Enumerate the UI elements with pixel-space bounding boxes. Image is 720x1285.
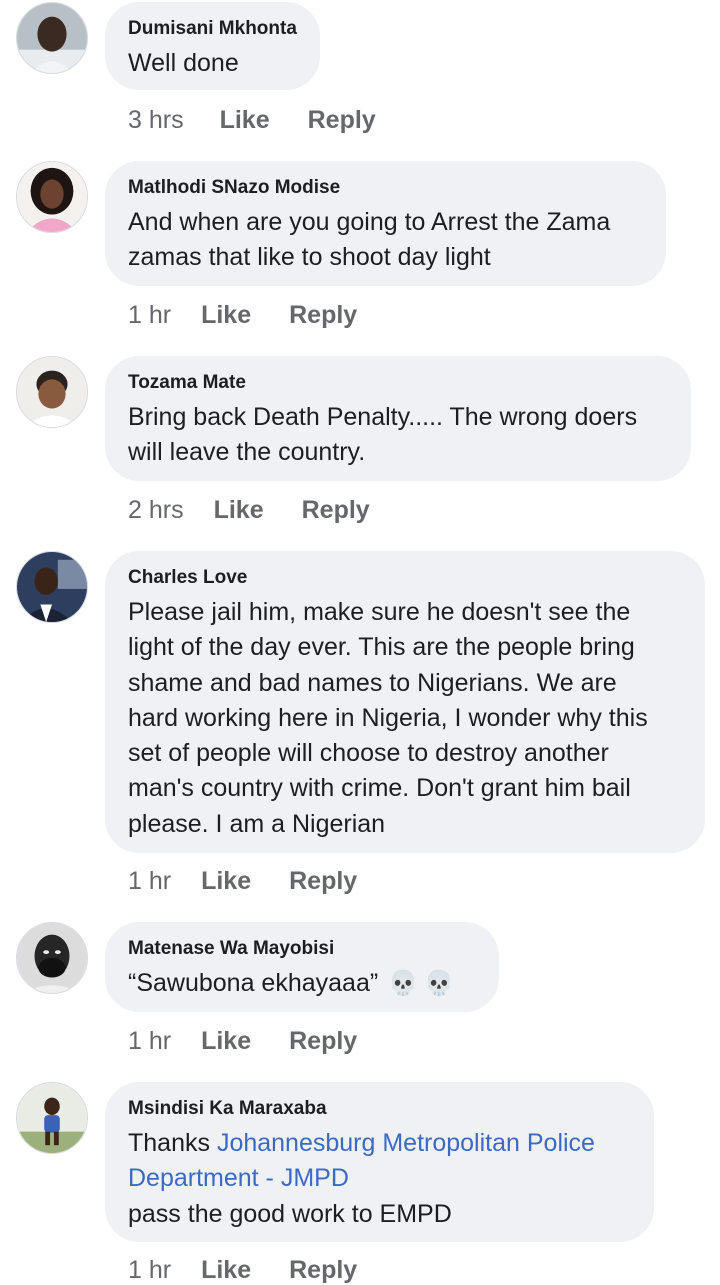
reply-button[interactable]: Reply [302, 496, 370, 525]
comment-text: Well done [128, 49, 239, 77]
comment-time[interactable]: 1 hr [128, 1027, 171, 1056]
profile-photo-icon [17, 3, 87, 73]
profile-photo-icon [17, 162, 87, 232]
comment-text-line: Thanks Johannesburg Metropolitan Police [128, 1126, 631, 1161]
comment-bubble: Tozama Mate Bring back Death Penalty....… [105, 356, 691, 481]
comment-meta: 1 hr Like Reply [128, 1027, 357, 1056]
reply-button[interactable]: Reply [289, 301, 357, 330]
page-mention-link[interactable]: Johannesburg Metropolitan Police [217, 1129, 595, 1157]
reply-button[interactable]: Reply [289, 1027, 357, 1056]
like-button[interactable]: Like [214, 496, 264, 525]
comment-bubble: Msindisi Ka Maraxaba Thanks Johannesburg… [105, 1082, 654, 1242]
skull-emoji-icon: 💀 [424, 970, 454, 998]
comment-text: Thanks Johannesburg Metropolitan Police … [128, 1126, 631, 1232]
comment-meta: 2 hrs Like Reply [128, 496, 370, 525]
reply-button[interactable]: Reply [308, 106, 376, 135]
comment-bubble: Matenase Wa Mayobisi “Sawubona ekhayaaa”… [105, 922, 499, 1012]
avatar[interactable] [16, 2, 88, 74]
avatar[interactable] [16, 161, 88, 233]
comment-bubble: Dumisani Mkhonta Well done [105, 2, 320, 90]
comment-bubble: Charles Love Please jail him, make sure … [105, 551, 705, 853]
profile-photo-icon [17, 357, 87, 427]
comment-author[interactable]: Matenase Wa Mayobisi [128, 938, 476, 960]
comment-author[interactable]: Dumisani Mkhonta [128, 18, 297, 40]
avatar[interactable] [16, 922, 88, 994]
comment-time[interactable]: 2 hrs [128, 496, 184, 525]
comment-text-line: man's country with crime. Don't grant hi… [128, 774, 631, 803]
avatar[interactable] [16, 551, 88, 623]
skull-emoji-icon: 💀 [388, 970, 419, 998]
profile-photo-icon [17, 1083, 87, 1153]
comment-text: “Sawubona ekhayaaa” 💀 💀 [128, 966, 476, 1001]
comment-bubble: Matlhodi SNazo Modise And when are you g… [105, 161, 666, 286]
comment-meta: 1 hr Like Reply [128, 867, 357, 896]
comment-author[interactable]: Charles Love [128, 567, 682, 589]
reply-button[interactable]: Reply [289, 1256, 357, 1285]
avatar[interactable] [16, 1082, 88, 1154]
comment-text-prefix: Thanks [128, 1129, 217, 1157]
comment-meta: 1 hr Like Reply [128, 1256, 357, 1285]
comment-time[interactable]: 1 hr [128, 867, 171, 896]
like-button[interactable]: Like [201, 301, 251, 330]
profile-photo-icon [17, 552, 87, 622]
comment-text-line: Please jail him, make sure he doesn't se… [128, 598, 631, 626]
page-mention-link[interactable]: Department - JMPD [128, 1161, 631, 1196]
comment-text-content: “Sawubona ekhayaaa” [128, 969, 379, 997]
comment-time[interactable]: 1 hr [128, 301, 171, 330]
comment-text-line: And when are you going to Arrest the Zam… [128, 208, 611, 236]
comment-time[interactable]: 1 hr [128, 1256, 171, 1285]
comment-time[interactable]: 3 hrs [128, 106, 184, 135]
comment-text-line: will leave the country. [128, 438, 366, 467]
profile-photo-icon [17, 923, 87, 993]
comment-text-line: zamas that like to shoot day light [128, 243, 491, 272]
comment-text-line: light of the day ever. This are the peop… [128, 633, 635, 662]
comment-text-line: shame and bad names to Nigerians. We are [128, 668, 617, 697]
comment-author[interactable]: Matlhodi SNazo Modise [128, 177, 643, 199]
comment-text: Please jail him, make sure he doesn't se… [128, 595, 682, 842]
like-button[interactable]: Like [201, 1027, 251, 1056]
reply-button[interactable]: Reply [289, 867, 357, 896]
avatar[interactable] [16, 356, 88, 428]
comment-text-line: set of people will choose to destroy ano… [128, 739, 609, 768]
like-button[interactable]: Like [201, 1256, 251, 1285]
comment-meta: 3 hrs Like Reply [128, 106, 376, 135]
comment-text-line: pass the good work to EMPD [128, 1199, 452, 1228]
comment-text-line: Bring back Death Penalty..... The wrong … [128, 403, 638, 431]
like-button[interactable]: Like [201, 867, 251, 896]
comment-author[interactable]: Msindisi Ka Maraxaba [128, 1098, 631, 1120]
comment-meta: 1 hr Like Reply [128, 301, 357, 330]
like-button[interactable]: Like [220, 106, 270, 135]
comment-text: And when are you going to Arrest the Zam… [128, 205, 643, 276]
comment-text: Bring back Death Penalty..... The wrong … [128, 400, 668, 471]
comment-author[interactable]: Tozama Mate [128, 372, 668, 394]
comment-text-line: please. I am a Nigerian [128, 809, 386, 838]
comment-text-line: hard working here in Nigeria, I wonder w… [128, 703, 648, 732]
